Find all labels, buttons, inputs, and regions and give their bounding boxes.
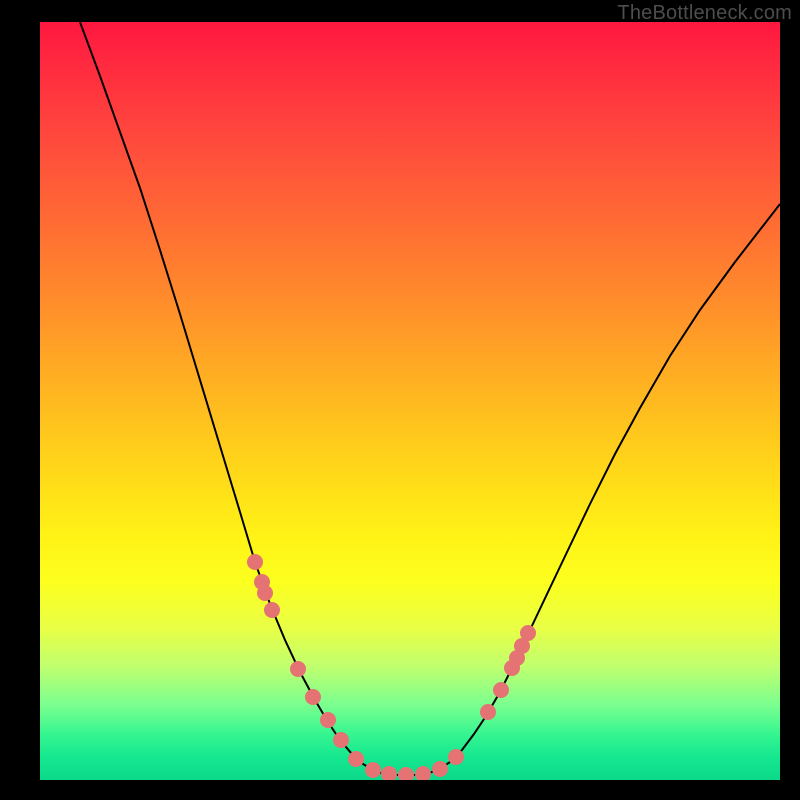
data-marker	[290, 661, 306, 677]
data-marker	[520, 625, 536, 641]
data-marker	[320, 712, 336, 728]
data-marker	[247, 554, 263, 570]
marker-layer	[247, 554, 536, 780]
chart-svg	[40, 22, 780, 780]
data-marker	[480, 704, 496, 720]
data-marker	[493, 682, 509, 698]
curve-layer	[80, 22, 780, 775]
data-marker	[348, 751, 364, 767]
watermark-text: TheBottleneck.com	[617, 2, 792, 25]
data-marker	[333, 732, 349, 748]
data-marker	[398, 767, 414, 780]
chart-frame: TheBottleneck.com	[0, 0, 800, 800]
data-marker	[448, 749, 464, 765]
data-marker	[264, 602, 280, 618]
data-marker	[257, 585, 273, 601]
data-marker	[415, 766, 431, 780]
data-marker	[305, 689, 321, 705]
data-marker	[365, 762, 381, 778]
data-marker	[381, 766, 397, 780]
plot-area	[40, 22, 780, 780]
data-marker	[432, 761, 448, 777]
bottleneck-curve	[80, 22, 780, 775]
